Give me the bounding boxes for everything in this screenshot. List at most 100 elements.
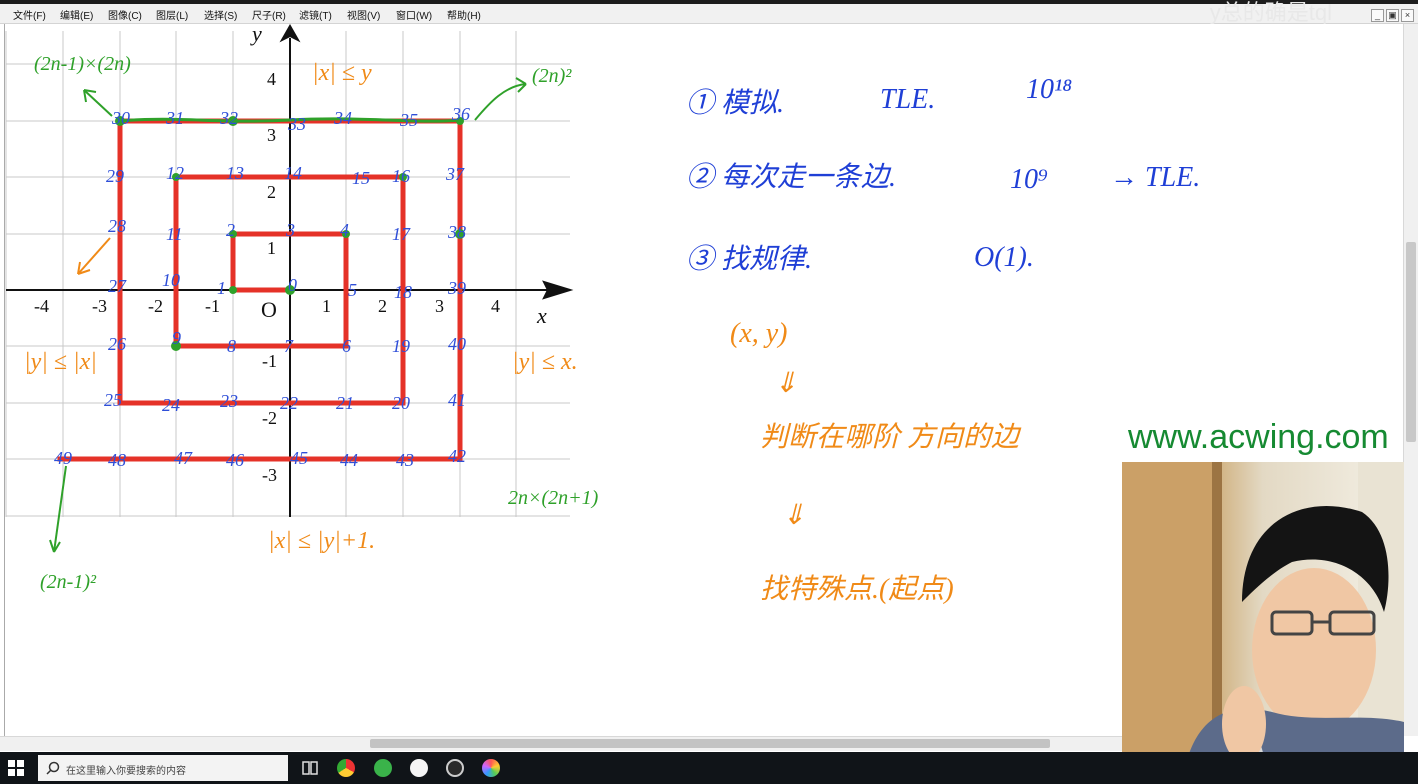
formula-top-left: (2n-1)×(2n) xyxy=(34,53,131,75)
orange-notes: (x, y) ⇓ 判断在哪阶 方向的边 ⇓ 找特殊点.(起点) xyxy=(730,318,1022,605)
horizontal-scroll-thumb[interactable] xyxy=(370,739,1050,748)
spiral-number: 49 xyxy=(54,448,72,468)
search-icon xyxy=(46,761,60,775)
note-2-label: ② 每次走一条边. xyxy=(686,162,896,193)
spiral-number: 36 xyxy=(451,104,470,124)
menu-layer[interactable]: 图层(L) xyxy=(156,7,188,22)
note-xy: (x, y) xyxy=(730,318,788,349)
brand-watermark: www.acwing.com xyxy=(1128,418,1389,456)
spiral-number: 31 xyxy=(165,108,184,128)
spiral-number: 45 xyxy=(290,448,308,468)
note-2-complexity: 10⁹ xyxy=(1010,164,1048,195)
menu-bar: 文件(F) 编辑(E) 图像(C) 图层(L) 选择(S) 尺子(R) 滤镜(T… xyxy=(0,0,1418,25)
down-arrow-2: ⇓ xyxy=(782,500,805,531)
wechat-icon[interactable] xyxy=(374,759,392,777)
orange-arrow xyxy=(77,237,111,275)
x-tick: -2 xyxy=(148,296,163,316)
note-edge: 判断在哪阶 方向的边 xyxy=(760,422,1022,453)
paint-app-icon[interactable] xyxy=(482,759,500,777)
region-left: |y| ≤ |x| xyxy=(24,349,97,375)
x-tick: -3 xyxy=(92,296,107,316)
menu-image[interactable]: 图像(C) xyxy=(108,7,142,22)
menu-edit[interactable]: 编辑(E) xyxy=(60,7,93,22)
vertical-scroll-thumb[interactable] xyxy=(1406,242,1416,442)
region-top: |x| ≤ y xyxy=(312,60,372,86)
spiral-number: 0 xyxy=(288,275,297,295)
spiral-number: 37 xyxy=(445,164,465,184)
webcam-overlay xyxy=(1122,462,1404,784)
spiral-number: 26 xyxy=(108,334,126,354)
spiral-number: 33 xyxy=(287,114,306,134)
app-icon-white[interactable] xyxy=(410,759,428,777)
menu-select[interactable]: 选择(S) xyxy=(204,7,237,22)
region-bottom: |x| ≤ |y|+1. xyxy=(268,528,375,554)
taskbar-search-box[interactable]: 在这里输入你要搜索的内容 xyxy=(38,755,288,781)
note-1-label: ① 模拟. xyxy=(686,88,784,119)
spiral-number: 28 xyxy=(108,216,126,236)
spiral-number: 47 xyxy=(174,448,193,468)
minimize-button[interactable]: _ xyxy=(1371,9,1384,22)
note-2-extra: → TLE. xyxy=(1110,162,1200,193)
spiral-number: 43 xyxy=(396,450,414,470)
menu-file[interactable]: 文件(F) xyxy=(13,7,46,22)
spiral-number: 25 xyxy=(104,390,122,410)
restore-button[interactable]: ▣ xyxy=(1386,9,1399,22)
x-axis-label: x xyxy=(536,303,547,328)
spiral-number: 9 xyxy=(172,328,181,348)
x-tick: 4 xyxy=(491,296,500,316)
menu-ruler[interactable]: 尺子(R) xyxy=(252,7,286,22)
y-tick: -3 xyxy=(262,465,277,485)
spiral-number: 17 xyxy=(392,224,411,244)
menu-help[interactable]: 帮助(H) xyxy=(447,7,481,22)
spiral-number: 30 xyxy=(111,108,130,128)
menu-view[interactable]: 视图(V) xyxy=(347,7,380,22)
axes xyxy=(6,24,574,517)
spiral-number: 12 xyxy=(166,163,184,183)
spiral-number: 39 xyxy=(447,278,466,298)
spiral-number: 44 xyxy=(340,450,358,470)
spiral-number: 14 xyxy=(284,163,302,183)
spiral-number: 4 xyxy=(340,220,349,240)
y-tick: -2 xyxy=(262,408,277,428)
y-tick: -1 xyxy=(262,351,277,371)
y-tick: 2 xyxy=(267,182,276,202)
spiral-number: 10 xyxy=(162,270,180,290)
formula-bottom-right: 2n×(2n+1) xyxy=(508,487,599,509)
user-overlay-text: y总的确是tql xyxy=(1209,0,1332,25)
spiral-number: 42 xyxy=(448,446,466,466)
task-view-icon[interactable] xyxy=(302,760,318,776)
spiral-number: 41 xyxy=(448,390,466,410)
formula-bottom-left: (2n-1)² xyxy=(40,571,97,593)
menu-window[interactable]: 窗口(W) xyxy=(396,7,432,22)
origin-label: O xyxy=(261,297,277,322)
y-tick-labels: 4 3 2 1 -1 -2 -3 xyxy=(262,69,277,485)
note-1-complexity: TLE. xyxy=(880,84,935,115)
spiral-number: 21 xyxy=(336,393,354,413)
windows-start-icon[interactable] xyxy=(8,760,24,776)
vertical-scrollbar[interactable] xyxy=(1403,24,1418,736)
y-axis-label: y xyxy=(250,24,262,46)
x-tick: 2 xyxy=(378,296,387,316)
spiral-number: 46 xyxy=(226,450,244,470)
spiral-number: 8 xyxy=(227,336,236,356)
chrome-icon[interactable] xyxy=(337,759,355,777)
app-icon-dark[interactable] xyxy=(446,759,464,777)
search-placeholder: 在这里输入你要搜索的内容 xyxy=(66,766,186,777)
horizontal-scrollbar[interactable] xyxy=(0,736,1122,751)
region-right: |y| ≤ x. xyxy=(512,349,578,375)
note-3-label: ③ 找规律. xyxy=(686,244,812,275)
spiral-number: 19 xyxy=(392,336,410,356)
spiral-number: 48 xyxy=(108,450,126,470)
note-1-extra: 10¹⁸ xyxy=(1026,74,1072,105)
blue-notes: ① 模拟. TLE. 10¹⁸ ② 每次走一条边. 10⁹ → TLE. ③ 找… xyxy=(686,74,1200,275)
menu-filter[interactable]: 滤镜(T) xyxy=(299,7,332,22)
close-button[interactable]: × xyxy=(1401,9,1414,22)
spiral-number: 5 xyxy=(348,280,357,300)
y-tick: 4 xyxy=(267,69,276,89)
spiral-number: 29 xyxy=(106,166,124,186)
spiral-number: 11 xyxy=(166,224,183,244)
spiral-number: 18 xyxy=(394,282,412,302)
x-tick: 3 xyxy=(435,296,444,316)
presenter-illustration xyxy=(1122,462,1404,784)
spiral-number: 20 xyxy=(392,393,410,413)
